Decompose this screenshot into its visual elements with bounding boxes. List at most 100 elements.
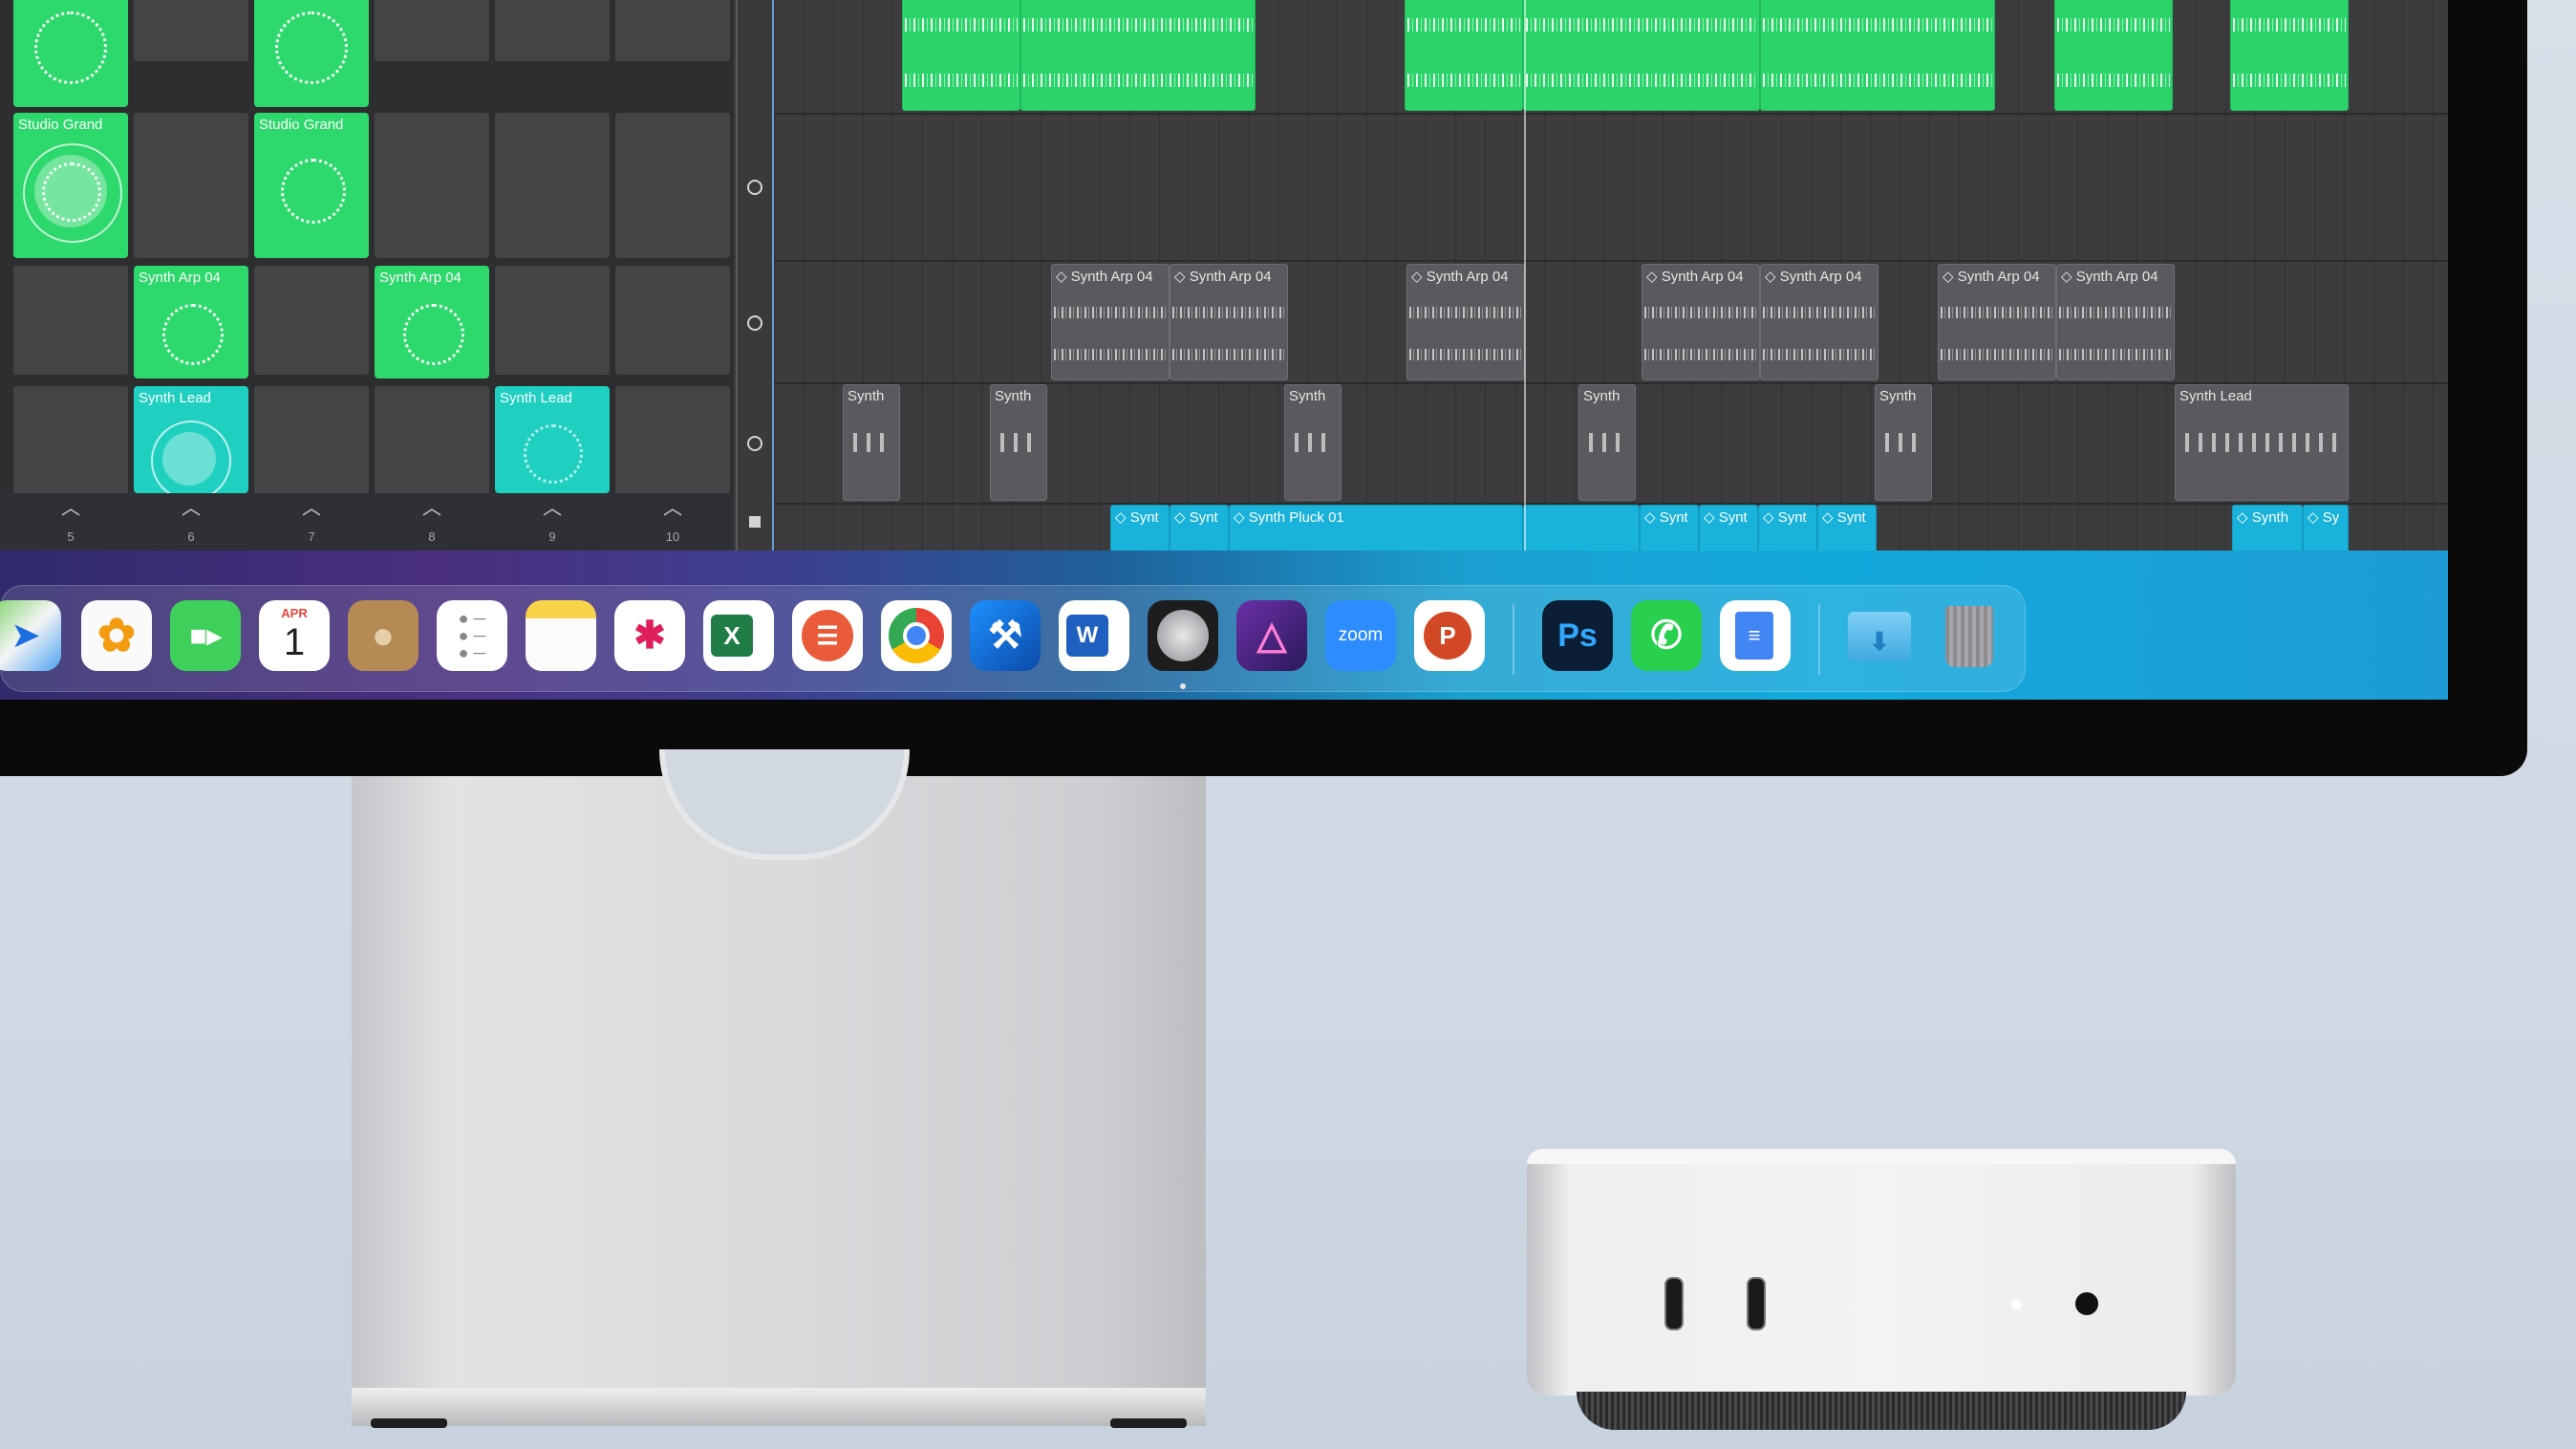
- empty-cell[interactable]: [134, 113, 248, 258]
- empty-cell[interactable]: [615, 0, 730, 61]
- loop-region[interactable]: ◇ Synth Arp 04: [1406, 264, 1525, 380]
- notes-icon[interactable]: [526, 600, 596, 671]
- waveform: [905, 18, 1018, 32]
- midi-region[interactable]: Synth: [843, 384, 900, 501]
- zoom-icon[interactable]: zoom: [1325, 600, 1396, 671]
- waveform: [1941, 349, 2053, 360]
- midi-region[interactable]: Synth: [990, 384, 1047, 501]
- empty-cell[interactable]: [375, 386, 489, 495]
- empty-cell[interactable]: [134, 0, 248, 61]
- track-divider: [774, 260, 2448, 262]
- loop-region[interactable]: ◇ Synth Arp 04: [1051, 264, 1170, 380]
- region-name: ◇ Synt: [1704, 509, 1748, 526]
- loop-region[interactable]: ◇ Synth Arp 04: [1170, 264, 1288, 380]
- clip-cell[interactable]: [13, 0, 128, 107]
- audio-region[interactable]: [1760, 0, 1995, 111]
- audio-region[interactable]: [2054, 0, 2173, 111]
- facetime-icon[interactable]: ■▸: [170, 600, 241, 671]
- downloads-folder-icon[interactable]: ⬇: [1844, 600, 1915, 671]
- region-name: ◇ Synth Arp 04: [1174, 269, 1272, 285]
- trash-icon[interactable]: [1934, 600, 2005, 671]
- region-name: Synth Lead: [2179, 388, 2252, 404]
- region-name: ◇ Synth Pluck 01: [1234, 509, 1344, 526]
- region-name: ◇ Synth Arp 04: [1943, 269, 2040, 285]
- waveform: [1763, 307, 1876, 318]
- maps-icon[interactable]: ➤: [0, 600, 61, 671]
- audio-region[interactable]: [1405, 0, 1523, 111]
- region-name: Synth: [848, 388, 885, 404]
- speaker-deck-icon[interactable]: ☰: [792, 600, 863, 671]
- midi-region[interactable]: Synth: [1578, 384, 1636, 501]
- slack-icon[interactable]: ✱: [614, 600, 685, 671]
- chevron-up-icon[interactable]: ︿: [52, 499, 90, 518]
- playhead[interactable]: [1524, 0, 1526, 551]
- empty-cell[interactable]: [495, 0, 610, 61]
- empty-cell[interactable]: [615, 386, 730, 495]
- xcode-icon[interactable]: ⚒: [970, 600, 1041, 671]
- audio-region[interactable]: [1523, 0, 1760, 111]
- chevron-up-icon[interactable]: ︿: [172, 499, 210, 518]
- column-number: 6: [187, 530, 195, 544]
- queue-icon[interactable]: [747, 180, 762, 195]
- loop-region[interactable]: ◇ Synth Arp 04: [1938, 264, 2056, 380]
- clip-cell[interactable]: Synth Lead: [495, 386, 610, 493]
- waveform: [2057, 74, 2170, 87]
- powerpoint-icon[interactable]: P: [1414, 600, 1485, 671]
- empty-cell[interactable]: [375, 0, 489, 61]
- chevron-up-icon[interactable]: ︿: [413, 499, 451, 518]
- empty-cell[interactable]: [495, 266, 610, 375]
- affinity-photo-icon[interactable]: △: [1236, 600, 1307, 671]
- chevron-up-icon[interactable]: ︿: [292, 499, 331, 518]
- audio-region[interactable]: [902, 0, 1020, 111]
- screen: Studio Grand Studio Grand Synth Arp 04 S…: [0, 0, 2448, 700]
- region-name: ◇ Synt: [1763, 509, 1807, 526]
- clip-cell[interactable]: Studio Grand: [254, 113, 369, 258]
- midi-region[interactable]: Synth: [1875, 384, 1932, 501]
- empty-cell[interactable]: [254, 386, 369, 495]
- loop-region[interactable]: ◇ Synth Arp 04: [1760, 264, 1878, 380]
- region-name: ◇ Synth Arp 04: [1646, 269, 1744, 285]
- reminders-icon[interactable]: ● ─ ● ─ ● ─: [437, 600, 507, 671]
- clip-cell[interactable]: Synth Arp 04: [134, 266, 248, 378]
- waveform: [1644, 307, 1757, 318]
- calendar-icon[interactable]: APR 1: [259, 600, 330, 671]
- stand-foot-pad: [1110, 1418, 1187, 1428]
- clip-name: Studio Grand: [18, 117, 103, 133]
- empty-cell[interactable]: [375, 113, 489, 258]
- loop-region[interactable]: ◇ Synth Arp 04: [1642, 264, 1760, 380]
- waveform: [2233, 18, 2346, 32]
- clip-cell[interactable]: Studio Grand: [13, 113, 128, 258]
- stop-icon[interactable]: [749, 516, 761, 528]
- waveform: [1763, 349, 1876, 360]
- clip-cell[interactable]: Synth Arp 04: [375, 266, 489, 378]
- logic-pro-icon[interactable]: [1148, 600, 1218, 671]
- photos-icon[interactable]: ✿: [81, 600, 152, 671]
- clip-cell[interactable]: [254, 0, 369, 107]
- empty-cell[interactable]: [495, 113, 610, 258]
- excel-icon[interactable]: X: [703, 600, 774, 671]
- empty-cell[interactable]: [615, 113, 730, 258]
- whatsapp-icon[interactable]: ✆: [1631, 600, 1702, 671]
- clip-cell[interactable]: Synth Lead: [134, 386, 248, 493]
- photoshop-icon[interactable]: Ps: [1542, 600, 1613, 671]
- mac-mini-vent: [1577, 1392, 2186, 1430]
- midi-region[interactable]: Synth Lead: [2175, 384, 2349, 501]
- empty-cell[interactable]: [615, 266, 730, 375]
- chevron-up-icon[interactable]: ︿: [533, 499, 571, 518]
- region-name: Synth: [995, 388, 1032, 404]
- queue-icon[interactable]: [747, 436, 762, 451]
- word-icon[interactable]: W: [1059, 600, 1129, 671]
- google-docs-icon[interactable]: ≡: [1720, 600, 1791, 671]
- empty-cell[interactable]: [13, 266, 128, 375]
- audio-region[interactable]: [2230, 0, 2349, 111]
- loop-region[interactable]: ◇ Synth Arp 04: [2056, 264, 2175, 380]
- audio-region[interactable]: [1020, 0, 1256, 111]
- empty-cell[interactable]: [254, 266, 369, 375]
- midi-region[interactable]: Synth: [1284, 384, 1342, 501]
- queue-icon[interactable]: [747, 315, 762, 331]
- chevron-up-icon[interactable]: ︿: [654, 499, 692, 518]
- contacts-icon[interactable]: ●: [348, 600, 419, 671]
- empty-cell[interactable]: [13, 386, 128, 495]
- region-name: ◇ Synt: [1822, 509, 1866, 526]
- chrome-icon[interactable]: [881, 600, 952, 671]
